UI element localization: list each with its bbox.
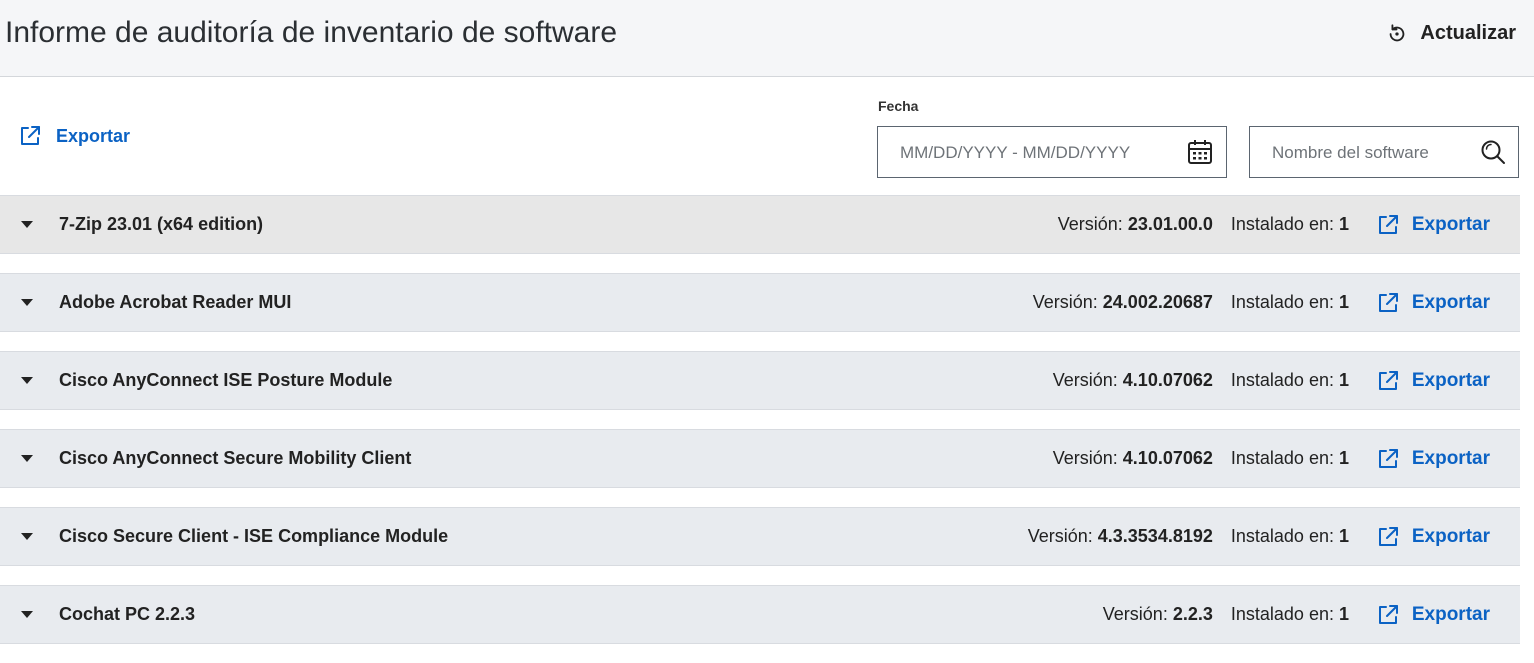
refresh-button[interactable]: Actualizar (1386, 22, 1516, 45)
external-link-icon (1378, 448, 1398, 468)
installed-label: Instalado en: (1230, 292, 1334, 312)
software-list: 7-Zip 23.01 (x64 edition) Versión: 23.01… (0, 195, 1520, 663)
version-label: Versión: (1057, 214, 1123, 234)
refresh-icon (1390, 23, 1405, 41)
installed-label: Instalado en: (1230, 526, 1334, 546)
software-name: Cisco AnyConnect ISE Posture Module (59, 370, 393, 390)
version-value: 24.002.20687 (1102, 292, 1213, 312)
version-info: Versión: 4.10.07062 (1053, 448, 1213, 469)
external-link-icon (1378, 214, 1398, 234)
installed-count: 1 (1338, 370, 1349, 390)
version-info: Versión: 23.01.00.0 (1058, 214, 1213, 235)
installed-label: Instalado en: (1230, 214, 1334, 234)
caret-down-icon[interactable] (21, 299, 33, 306)
software-meta: Versión: 4.10.07062 Instalado en: 1 (1053, 448, 1349, 469)
installed-info: Instalado en: 1 (1231, 292, 1349, 313)
page-title: Informe de auditoría de inventario de so… (5, 16, 618, 49)
software-search-input[interactable] (1270, 127, 1474, 179)
installed-info: Instalado en: 1 (1231, 370, 1349, 391)
installed-count: 1 (1338, 604, 1349, 624)
version-value: 2.2.3 (1172, 604, 1213, 624)
date-range-input[interactable] (898, 127, 1172, 179)
version-info: Versión: 24.002.20687 (1033, 292, 1213, 313)
version-info: Versión: 2.2.3 (1103, 604, 1213, 625)
export-row-button[interactable]: Exportar (1376, 213, 1490, 237)
version-label: Versión: (1032, 292, 1098, 312)
installed-label: Instalado en: (1230, 370, 1334, 390)
version-label: Versión: (1052, 370, 1118, 390)
installed-label: Instalado en: (1230, 604, 1334, 624)
version-value: 4.10.07062 (1122, 448, 1213, 468)
export-row-label: Exportar (1411, 447, 1490, 469)
installed-count: 1 (1338, 214, 1349, 234)
software-row[interactable]: Cochat PC 2.2.3 Versión: 2.2.3 Instalado… (0, 585, 1520, 644)
software-name: Cisco AnyConnect Secure Mobility Client (59, 448, 412, 468)
software-meta: Versión: 4.10.07062 Instalado en: 1 (1053, 370, 1349, 391)
software-row[interactable]: Adobe Acrobat Reader MUI Versión: 24.002… (0, 273, 1520, 332)
version-value: 23.01.00.0 (1127, 214, 1213, 234)
external-link-icon (1378, 526, 1398, 546)
installed-info: Instalado en: 1 (1231, 604, 1349, 625)
caret-down-icon[interactable] (21, 221, 33, 228)
caret-down-icon[interactable] (21, 455, 33, 462)
export-row-button[interactable]: Exportar (1376, 603, 1490, 627)
installed-count: 1 (1338, 292, 1349, 312)
installed-info: Instalado en: 1 (1231, 526, 1349, 547)
date-range-field[interactable] (877, 126, 1227, 179)
version-value: 4.3.3534.8192 (1097, 526, 1213, 546)
version-label: Versión: (1027, 526, 1093, 546)
export-row-label: Exportar (1411, 213, 1490, 235)
search-icon[interactable] (1480, 139, 1506, 165)
export-row-label: Exportar (1411, 291, 1490, 313)
export-row-button[interactable]: Exportar (1376, 447, 1490, 471)
export-row-button[interactable]: Exportar (1376, 291, 1490, 315)
external-link-icon (1378, 292, 1398, 312)
caret-down-icon[interactable] (21, 611, 33, 618)
software-row[interactable]: Cisco AnyConnect ISE Posture Module Vers… (0, 351, 1520, 410)
version-info: Versión: 4.3.3534.8192 (1028, 526, 1213, 547)
software-meta: Versión: 23.01.00.0 Instalado en: 1 (1058, 214, 1349, 235)
export-row-button[interactable]: Exportar (1376, 525, 1490, 549)
export-row-label: Exportar (1411, 369, 1490, 391)
external-link-icon (21, 126, 40, 145)
software-row[interactable]: Cisco Secure Client - ISE Compliance Mod… (0, 507, 1520, 566)
software-name: Adobe Acrobat Reader MUI (59, 292, 292, 312)
version-value: 4.10.07062 (1122, 370, 1213, 390)
software-name: 7-Zip 23.01 (x64 edition) (59, 214, 264, 234)
software-search-field[interactable] (1249, 126, 1519, 179)
version-label: Versión: (1052, 448, 1118, 468)
installed-count: 1 (1338, 526, 1349, 546)
export-row-label: Exportar (1411, 525, 1490, 547)
software-meta: Versión: 2.2.3 Instalado en: 1 (1103, 604, 1349, 625)
version-label: Versión: (1102, 604, 1168, 624)
software-row[interactable]: Cisco AnyConnect Secure Mobility Client … (0, 429, 1520, 488)
software-name: Cochat PC 2.2.3 (59, 604, 196, 624)
software-meta: Versión: 4.3.3534.8192 Instalado en: 1 (1028, 526, 1349, 547)
export-row-button[interactable]: Exportar (1376, 369, 1490, 393)
refresh-label: Actualizar (1420, 22, 1516, 44)
page-header: Informe de auditoría de inventario de so… (0, 0, 1534, 77)
external-link-icon (1378, 370, 1398, 390)
software-meta: Versión: 24.002.20687 Instalado en: 1 (1033, 292, 1349, 313)
calendar-icon[interactable] (1186, 138, 1214, 166)
export-all-button[interactable]: Exportar (18, 124, 130, 148)
software-name: Cisco Secure Client - ISE Compliance Mod… (59, 526, 449, 546)
external-link-icon (1378, 604, 1398, 624)
date-filter-label: Fecha (878, 98, 919, 114)
installed-label: Instalado en: (1230, 448, 1334, 468)
installed-info: Instalado en: 1 (1231, 214, 1349, 235)
software-row[interactable]: 7-Zip 23.01 (x64 edition) Versión: 23.01… (0, 195, 1520, 254)
caret-down-icon[interactable] (21, 377, 33, 384)
version-info: Versión: 4.10.07062 (1053, 370, 1213, 391)
export-row-label: Exportar (1411, 603, 1490, 625)
export-all-label: Exportar (56, 125, 131, 146)
caret-down-icon[interactable] (21, 533, 33, 540)
installed-info: Instalado en: 1 (1231, 448, 1349, 469)
installed-count: 1 (1338, 448, 1349, 468)
